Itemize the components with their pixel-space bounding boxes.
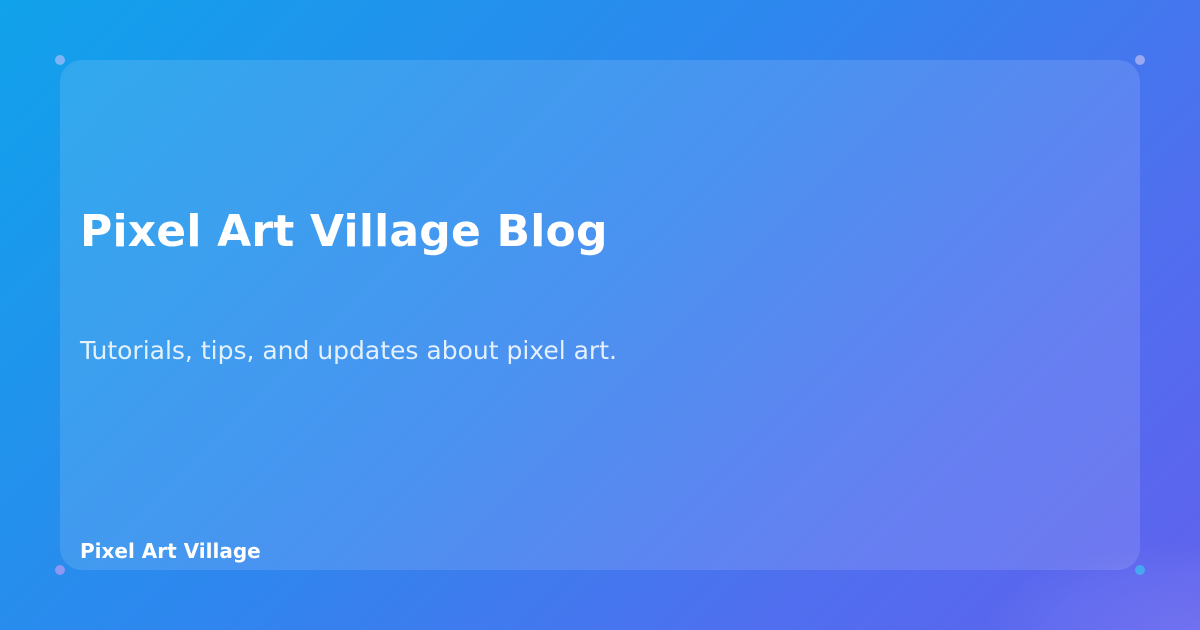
blog-subtitle: Tutorials, tips, and updates about pixel… bbox=[80, 336, 617, 365]
site-name: Pixel Art Village bbox=[80, 539, 261, 563]
corner-dot-top-left bbox=[55, 55, 65, 65]
content-card bbox=[60, 60, 1140, 570]
corner-dot-bottom-left bbox=[55, 565, 65, 575]
blog-title: Pixel Art Village Blog bbox=[80, 206, 608, 257]
corner-dot-top-right bbox=[1135, 55, 1145, 65]
og-image-canvas: { "blog": { "title": "Pixel Art Village … bbox=[0, 0, 1200, 630]
corner-dot-bottom-right bbox=[1135, 565, 1145, 575]
